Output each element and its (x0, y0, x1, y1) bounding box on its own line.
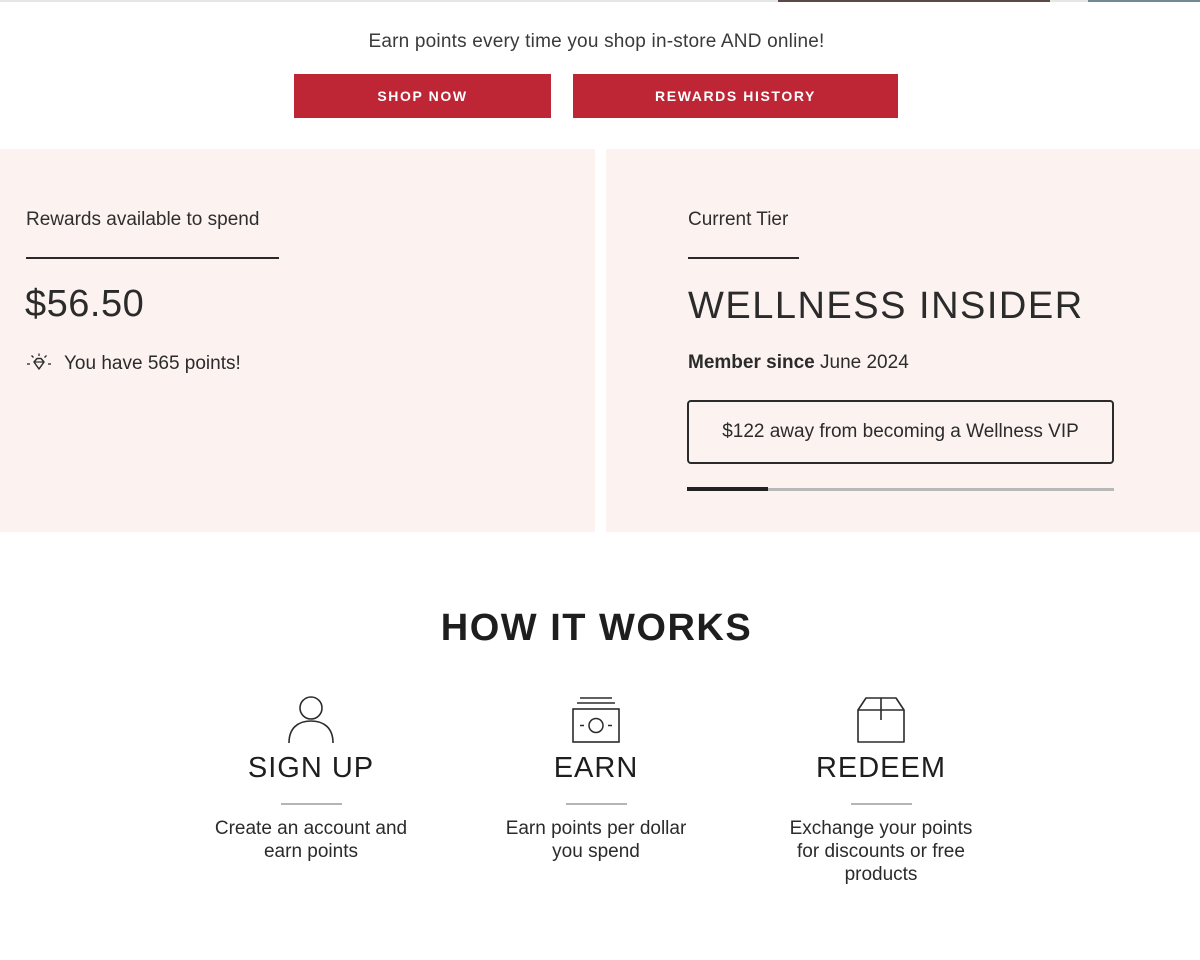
tier-label: Current Tier (688, 209, 789, 230)
step-title: SIGN UP (247, 752, 375, 784)
step-divider (565, 803, 627, 805)
member-since-label: Member since (688, 352, 815, 373)
step-description: Create an account and earn points (214, 818, 408, 862)
rewards-label: Rewards available to spend (26, 209, 260, 230)
rewards-amount: $56.50 (25, 283, 145, 325)
shop-now-button[interactable]: SHOP NOW (294, 74, 551, 118)
rewards-panel: Rewards available to spend $56.50 You ha… (0, 149, 595, 532)
rewards-divider (26, 257, 279, 259)
money-icon (476, 690, 716, 744)
step-earn: EARN Earn points per dollar you spend (476, 690, 716, 863)
hero-tagline: Earn points every time you shop in-store… (368, 31, 825, 52)
how-it-works-title: HOW IT WORKS (440, 607, 753, 649)
diamond-icon (26, 353, 52, 375)
tier-divider (688, 257, 799, 259)
step-description: Earn points per dollar you spend (505, 818, 687, 862)
rewards-history-button[interactable]: REWARDS HISTORY (573, 74, 898, 118)
box-icon (761, 690, 1001, 744)
step-redeem: REDEEM Exchange your points for discount… (761, 690, 1001, 886)
tier-panel: Current Tier WELLNESS INSIDER Member sin… (606, 149, 1200, 532)
tier-progress-fill (687, 487, 769, 491)
step-divider (280, 803, 342, 805)
step-title: REDEEM (815, 752, 947, 784)
step-title: EARN (553, 752, 639, 784)
top-image-segment (1088, 0, 1200, 2)
next-tier-message: $122 away from becoming a Wellness VIP (687, 400, 1114, 464)
tier-name: WELLNESS INSIDER (688, 285, 1084, 327)
points-row: You have 565 points! (26, 353, 241, 375)
user-icon (191, 690, 431, 744)
step-description: Exchange your points for discounts or fr… (789, 818, 973, 885)
member-since-value: June 2024 (820, 352, 909, 373)
step-sign-up: SIGN UP Create an account and earn point… (191, 690, 431, 863)
tier-progress-bar (687, 487, 1114, 491)
top-image-edge (0, 0, 1200, 2)
step-divider (850, 803, 912, 805)
points-text: You have 565 points! (64, 353, 241, 374)
member-since: Member since June 2024 (688, 352, 909, 374)
top-image-segment (778, 0, 1050, 2)
